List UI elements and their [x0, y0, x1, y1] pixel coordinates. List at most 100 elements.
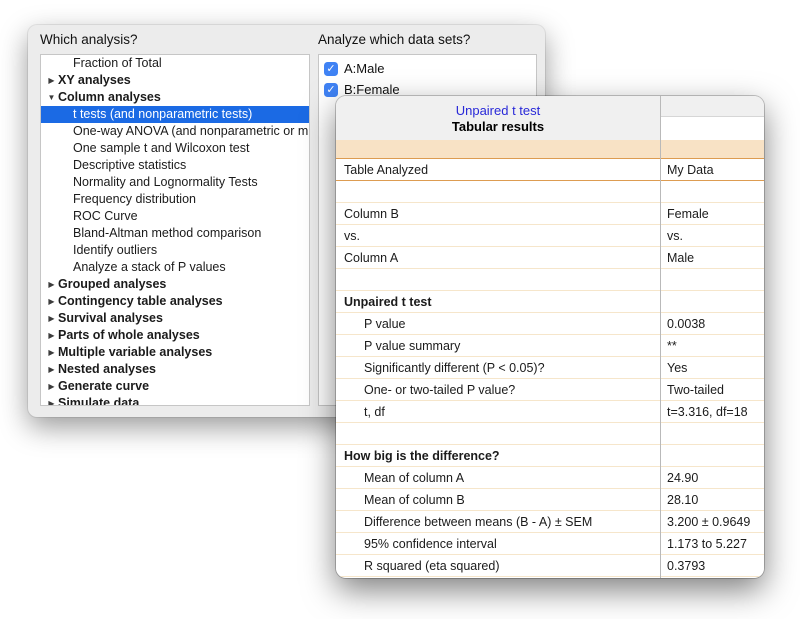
analysis-tree-item[interactable]: t tests (and nonparametric tests): [41, 106, 309, 123]
dataset-checkbox[interactable]: ✓: [324, 83, 338, 97]
analysis-tree-item[interactable]: ▶Generate curve: [41, 378, 309, 395]
analysis-tree-item[interactable]: Descriptive statistics: [41, 157, 309, 174]
analysis-tree[interactable]: Fraction of Total▶XY analyses▼Column ana…: [40, 54, 310, 406]
expand-triangle-icon[interactable]: ▶: [46, 293, 57, 310]
row-value-cell[interactable]: Yes: [660, 357, 764, 378]
row-value-cell[interactable]: 1.173 to 5.227: [660, 533, 764, 554]
analysis-tree-item[interactable]: ROC Curve: [41, 208, 309, 225]
analysis-tree-item[interactable]: ▶Multiple variable analyses: [41, 344, 309, 361]
row-label-cell[interactable]: [336, 269, 660, 290]
row-label-cell[interactable]: R squared (eta squared): [336, 555, 660, 576]
analysis-tree-item[interactable]: ▶Nested analyses: [41, 361, 309, 378]
row-label-cell[interactable]: P value: [336, 313, 660, 334]
table-row[interactable]: P value0.0038: [336, 313, 764, 335]
analysis-tree-item[interactable]: One-way ANOVA (and nonparametric or mixe…: [41, 123, 309, 140]
analysis-tree-item[interactable]: Fraction of Total: [41, 55, 309, 72]
row-value-cell[interactable]: 3.200 ± 0.9649: [660, 511, 764, 532]
row-label-cell[interactable]: 95% confidence interval: [336, 533, 660, 554]
row-value-cell[interactable]: **: [660, 335, 764, 356]
results-subtitle: Tabular results: [452, 119, 544, 134]
analysis-tree-item[interactable]: ▶XY analyses: [41, 72, 309, 89]
row-value-cell[interactable]: [660, 423, 764, 444]
row-value-cell[interactable]: Two-tailed: [660, 379, 764, 400]
analysis-tree-item-label: Descriptive statistics: [73, 158, 186, 172]
table-row[interactable]: vs.vs.: [336, 225, 764, 247]
table-row[interactable]: [336, 423, 764, 445]
analysis-tree-item-label: Frequency distribution: [73, 192, 196, 206]
row-label-cell[interactable]: One- or two-tailed P value?: [336, 379, 660, 400]
row-label-cell[interactable]: How big is the difference?: [336, 445, 660, 466]
row-label-cell[interactable]: Significantly different (P < 0.05)?: [336, 357, 660, 378]
table-row[interactable]: 95% confidence interval1.173 to 5.227: [336, 533, 764, 555]
analysis-tree-item[interactable]: ▶Grouped analyses: [41, 276, 309, 293]
row-label-cell[interactable]: Mean of column A: [336, 467, 660, 488]
table-row[interactable]: [336, 181, 764, 203]
row-value-cell[interactable]: [660, 291, 764, 312]
row-value-cell[interactable]: Male: [660, 247, 764, 268]
dataset-checkbox[interactable]: ✓: [324, 62, 338, 76]
expand-triangle-icon[interactable]: ▶: [46, 310, 57, 327]
analysis-tree-item[interactable]: Frequency distribution: [41, 191, 309, 208]
analysis-tree-item-label: Multiple variable analyses: [58, 345, 212, 359]
analysis-tree-item[interactable]: One sample t and Wilcoxon test: [41, 140, 309, 157]
expand-triangle-icon[interactable]: ▶: [46, 344, 57, 361]
table-row[interactable]: [336, 269, 764, 291]
analysis-tree-item[interactable]: Identify outliers: [41, 242, 309, 259]
row-label-cell[interactable]: [336, 181, 660, 202]
row-label-cell[interactable]: P value summary: [336, 335, 660, 356]
row-value-cell[interactable]: vs.: [660, 225, 764, 246]
row-label-cell[interactable]: Table Analyzed: [336, 159, 660, 180]
selected-row-highlight[interactable]: [336, 140, 764, 158]
table-row[interactable]: How big is the difference?: [336, 445, 764, 467]
row-value-cell[interactable]: [660, 269, 764, 290]
row-value-cell[interactable]: 0.0038: [660, 313, 764, 334]
row-label-cell[interactable]: Column A: [336, 247, 660, 268]
collapse-triangle-icon[interactable]: ▼: [46, 89, 57, 106]
table-row[interactable]: P value summary**: [336, 335, 764, 357]
table-row[interactable]: Column BFemale: [336, 203, 764, 225]
dataset-item[interactable]: ✓ A:Male: [319, 58, 536, 79]
expand-triangle-icon[interactable]: ▶: [46, 395, 57, 406]
analysis-tree-item[interactable]: ▶Parts of whole analyses: [41, 327, 309, 344]
results-header-value-top: [660, 96, 764, 117]
row-label-cell[interactable]: t, df: [336, 401, 660, 422]
table-row[interactable]: Mean of column A24.90: [336, 467, 764, 489]
row-value-cell[interactable]: My Data: [660, 159, 764, 180]
row-label-cell[interactable]: vs.: [336, 225, 660, 246]
analysis-tree-item[interactable]: ▶Survival analyses: [41, 310, 309, 327]
analysis-tree-item[interactable]: ▼Column analyses: [41, 89, 309, 106]
row-label-cell[interactable]: [336, 423, 660, 444]
expand-triangle-icon[interactable]: ▶: [46, 72, 57, 89]
row-value-cell[interactable]: t=3.316, df=18: [660, 401, 764, 422]
row-value-cell[interactable]: [660, 181, 764, 202]
analysis-tree-item[interactable]: Bland-Altman method comparison: [41, 225, 309, 242]
expand-triangle-icon[interactable]: ▶: [46, 378, 57, 395]
row-value-cell[interactable]: 0.3793: [660, 555, 764, 576]
row-label-cell[interactable]: Unpaired t test: [336, 291, 660, 312]
table-row[interactable]: R squared (eta squared)0.3793: [336, 555, 764, 577]
table-row[interactable]: One- or two-tailed P value?Two-tailed: [336, 379, 764, 401]
table-row[interactable]: Significantly different (P < 0.05)?Yes: [336, 357, 764, 379]
row-value-cell[interactable]: 24.90: [660, 467, 764, 488]
analysis-tree-item[interactable]: ▶Contingency table analyses: [41, 293, 309, 310]
row-label-cell[interactable]: Mean of column B: [336, 489, 660, 510]
results-header-title-cell[interactable]: Unpaired t test Tabular results: [336, 96, 660, 140]
row-label-cell[interactable]: Column B: [336, 203, 660, 224]
row-value-cell[interactable]: 28.10: [660, 489, 764, 510]
analysis-tree-item[interactable]: ▶Simulate data: [41, 395, 309, 406]
expand-triangle-icon[interactable]: ▶: [46, 276, 57, 293]
dataset-label: A:Male: [344, 61, 384, 76]
analysis-tree-item[interactable]: Analyze a stack of P values: [41, 259, 309, 276]
expand-triangle-icon[interactable]: ▶: [46, 327, 57, 344]
row-value-cell[interactable]: [660, 445, 764, 466]
table-row[interactable]: Column AMale: [336, 247, 764, 269]
table-row[interactable]: Mean of column B28.10: [336, 489, 764, 511]
table-row[interactable]: Difference between means (B - A) ± SEM3.…: [336, 511, 764, 533]
analysis-tree-item[interactable]: Normality and Lognormality Tests: [41, 174, 309, 191]
expand-triangle-icon[interactable]: ▶: [46, 361, 57, 378]
table-row[interactable]: Unpaired t test: [336, 291, 764, 313]
table-row[interactable]: t, dft=3.316, df=18: [336, 401, 764, 423]
table-row[interactable]: Table AnalyzedMy Data: [336, 158, 764, 181]
row-value-cell[interactable]: Female: [660, 203, 764, 224]
row-label-cell[interactable]: Difference between means (B - A) ± SEM: [336, 511, 660, 532]
